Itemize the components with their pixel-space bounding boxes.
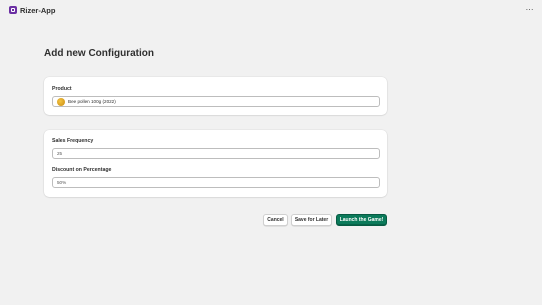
product-label: Product	[52, 86, 72, 92]
cancel-button[interactable]: Cancel	[263, 214, 288, 226]
app-name: Rizer-App	[20, 5, 56, 15]
page-title: Add new Configuration	[44, 48, 154, 59]
product-thumbnail-icon	[57, 97, 65, 106]
top-bar: Rizer-App ⋯	[0, 0, 542, 20]
sales-frequency-label: Sales Frequency	[52, 138, 94, 144]
app-brand: Rizer-App	[9, 6, 55, 15]
ellipsis-icon[interactable]: ⋯	[526, 6, 535, 14]
discount-field[interactable]	[52, 177, 380, 188]
discount-input[interactable]	[57, 178, 379, 187]
save-for-later-button[interactable]: Save for Later	[291, 214, 332, 226]
product-selector[interactable]: Bee pollen 100g (2022)	[52, 96, 380, 107]
app-logo-icon	[9, 6, 17, 14]
launch-game-button[interactable]: Launch the Game!	[336, 214, 387, 226]
product-value: Bee pollen 100g (2022)	[68, 99, 116, 104]
settings-card: Sales Frequency Discount on Percentage	[44, 130, 387, 197]
discount-label: Discount on Percentage	[52, 167, 112, 173]
sales-frequency-field[interactable]	[52, 148, 380, 159]
product-card: Product Bee pollen 100g (2022)	[44, 77, 387, 115]
sales-frequency-input[interactable]	[57, 149, 379, 158]
